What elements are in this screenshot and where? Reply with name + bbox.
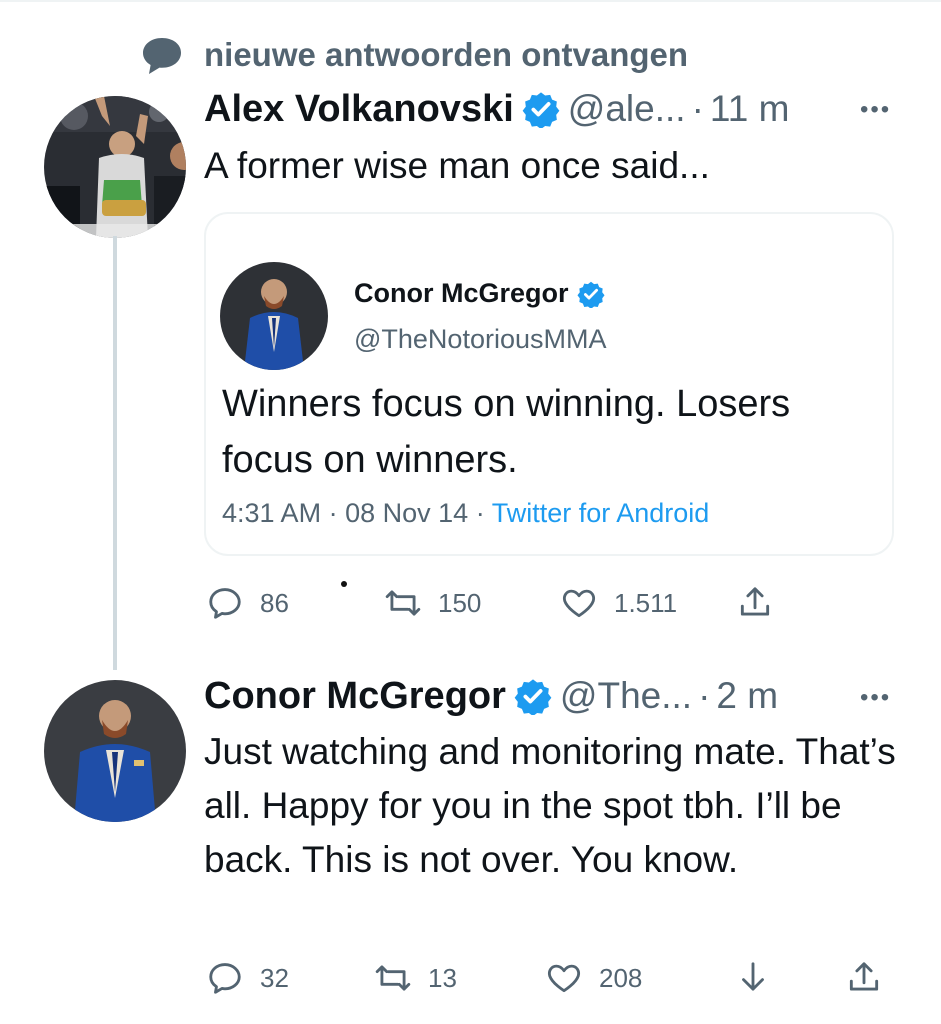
avatar-conor-mcgregor[interactable] xyxy=(44,680,186,822)
reply-icon xyxy=(209,588,241,619)
tweet-text: A former wise man once said... xyxy=(204,145,710,186)
separator-dot: · xyxy=(475,498,485,528)
retweet-button[interactable]: 150 xyxy=(384,584,481,622)
like-count: 1.511 xyxy=(614,587,678,618)
top-divider xyxy=(0,0,941,2)
quote-source-link[interactable]: Twitter for Android xyxy=(492,498,710,528)
like-count: 208 xyxy=(599,962,643,993)
separator-dot: · xyxy=(698,675,711,716)
more-options-button[interactable]: ••• xyxy=(860,684,891,712)
share-icon xyxy=(740,587,770,616)
share-button[interactable] xyxy=(736,584,774,622)
quote-meta: 4:31 AM · 08 Nov 14 · Twitter for Androi… xyxy=(222,498,709,529)
quote-time: 4:31 AM xyxy=(222,498,322,528)
retweet-icon xyxy=(375,965,411,991)
timestamp[interactable]: 2 m xyxy=(716,675,778,717)
thread-connector-line xyxy=(113,236,117,670)
notice-text: nieuwe antwoorden ontvangen xyxy=(204,36,689,73)
avatar-alex-volkanovski[interactable] xyxy=(44,96,186,238)
more-options-button[interactable]: ••• xyxy=(860,96,891,124)
like-button[interactable]: 208 xyxy=(545,959,642,997)
retweet-count: 150 xyxy=(438,587,482,618)
quote-text: Winners focus on winning. Losers focus o… xyxy=(222,383,791,481)
like-button[interactable]: 1.511 xyxy=(560,584,677,622)
speech-bubble-icon xyxy=(143,38,181,74)
timestamp[interactable]: 11 m xyxy=(710,88,790,130)
quote-author-handle[interactable]: @TheNotoriousMMA xyxy=(354,324,606,355)
stray-dot xyxy=(341,581,347,587)
quote-author-name-text: Conor McGregor xyxy=(354,278,569,308)
tweet-header: Conor McGregor @The... · 2 m xyxy=(204,671,778,721)
reply-icon xyxy=(209,963,241,994)
reply-count: 32 xyxy=(260,962,289,993)
separator-dot: · xyxy=(328,498,338,528)
share-button[interactable] xyxy=(845,959,883,997)
download-arrow-icon xyxy=(742,962,764,991)
quote-author-name[interactable]: Conor McGregor xyxy=(354,278,613,309)
quoted-tweet-card[interactable]: Conor McGregor @TheNotoriousMMA Winners … xyxy=(204,212,894,556)
download-button[interactable] xyxy=(734,959,772,997)
author-name[interactable]: Conor McGregor xyxy=(204,675,506,718)
author-name[interactable]: Alex Volkanovski xyxy=(204,88,514,131)
avatar-conor-mcgregor-quote[interactable] xyxy=(220,262,328,370)
tweet-text: Just watching and monitoring mate. That’… xyxy=(204,731,896,880)
new-replies-notice[interactable]: nieuwe antwoorden ontvangen xyxy=(140,30,688,80)
reply-button[interactable]: 86 xyxy=(206,584,289,622)
share-icon xyxy=(849,962,879,991)
separator-dot: · xyxy=(691,88,704,129)
retweet-icon xyxy=(385,590,421,616)
heart-icon xyxy=(562,589,596,618)
heart-icon xyxy=(547,964,581,993)
retweet-button[interactable]: 13 xyxy=(374,959,457,997)
quote-date: 08 Nov 14 xyxy=(345,498,469,528)
retweet-count: 13 xyxy=(428,962,457,993)
verified-badge-icon xyxy=(522,92,560,128)
verified-badge-icon xyxy=(514,679,552,715)
author-handle[interactable]: @ale... xyxy=(568,88,686,130)
reply-count: 86 xyxy=(260,587,289,618)
reply-button[interactable]: 32 xyxy=(206,959,289,997)
author-handle[interactable]: @The... xyxy=(560,675,692,717)
verified-badge-icon xyxy=(576,281,605,308)
tweet-header: Alex Volkanovski @ale... · 11 m xyxy=(204,84,789,134)
